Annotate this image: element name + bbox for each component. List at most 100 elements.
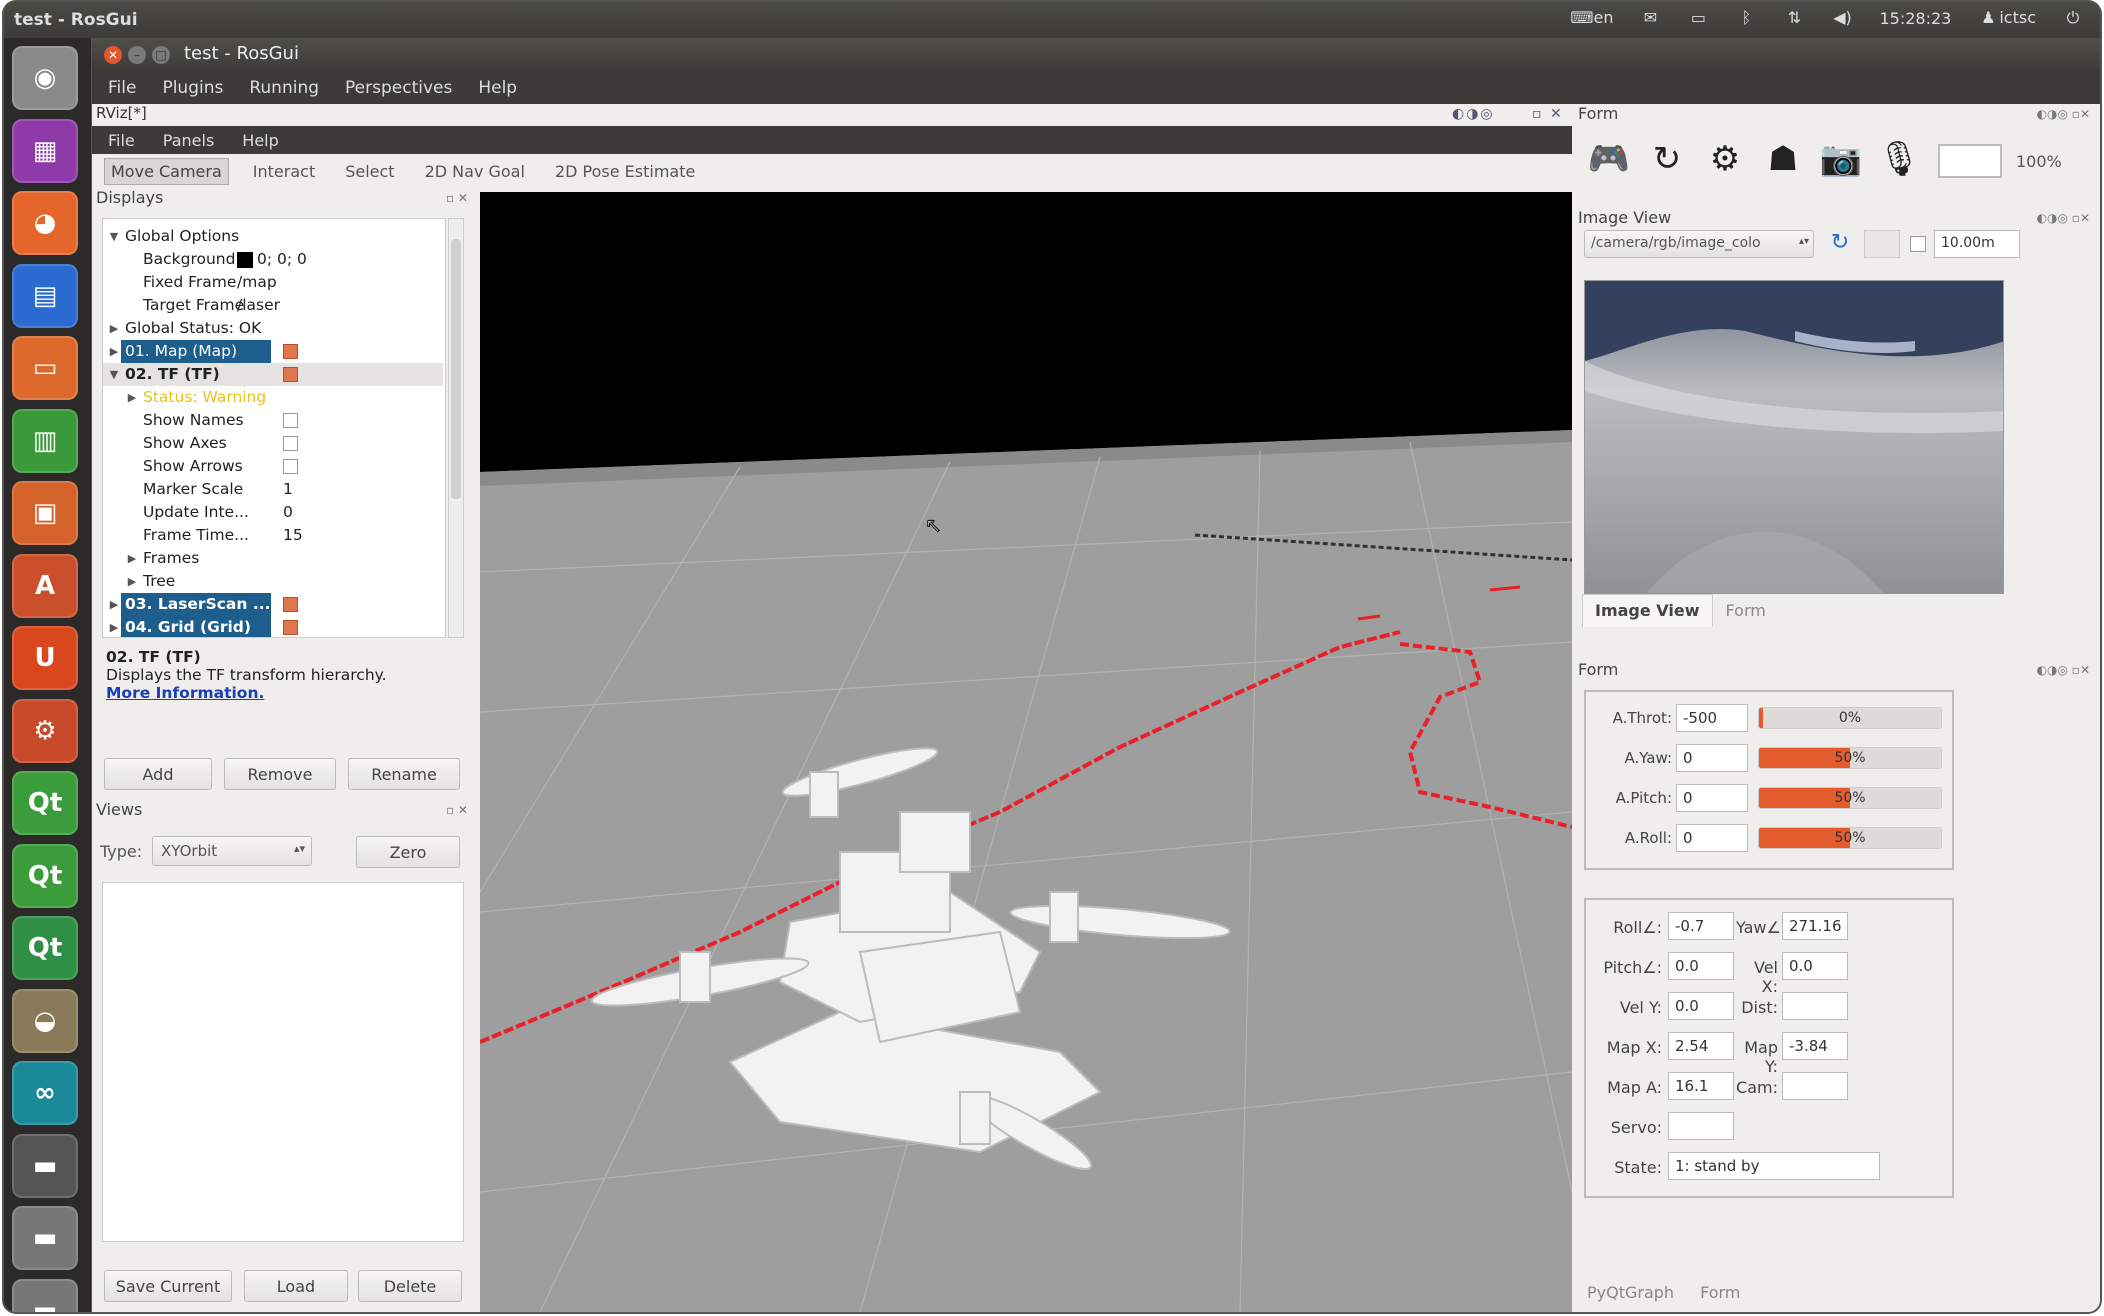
keyboard-layout-indicator[interactable]: ⌨en bbox=[1570, 8, 1613, 28]
refresh-topics-icon[interactable]: ↻ bbox=[1824, 230, 1856, 258]
yaw-angle-field[interactable]: 271.16 bbox=[1782, 912, 1848, 940]
user-menu[interactable]: ♟ ictsc bbox=[1977, 8, 2036, 28]
robot-icon[interactable]: ☗ bbox=[1758, 134, 1808, 184]
dock-help-icon[interactable]: ◐◑◎ bbox=[1452, 106, 1495, 122]
rviz-menu-file[interactable]: File bbox=[108, 131, 135, 150]
gimp-icon[interactable]: ◒ bbox=[12, 988, 78, 1053]
workspace-icon[interactable]: ▦ bbox=[12, 118, 78, 183]
displays-scrollbar[interactable] bbox=[448, 218, 464, 638]
qt-linguist-icon[interactable]: Qt bbox=[12, 916, 78, 980]
dock-close-icon[interactable]: ▫ ✕ bbox=[1532, 106, 1564, 122]
tree-tf-display[interactable]: ▼ 02. TF (TF) bbox=[103, 363, 443, 386]
tree-global-status[interactable]: ▶ Global Status: OK bbox=[103, 317, 443, 340]
tree-marker-scale[interactable]: Marker Scale 1 bbox=[103, 478, 443, 501]
cam-field[interactable] bbox=[1782, 1072, 1848, 1100]
terminal-icon[interactable]: ▬ bbox=[12, 1133, 78, 1198]
tree-grid-display[interactable]: ▶ 04. Grid (Grid) bbox=[103, 616, 443, 637]
rviz-menu-help[interactable]: Help bbox=[242, 131, 278, 150]
tab-form[interactable]: Form bbox=[1713, 594, 1779, 627]
tree-fixed-frame[interactable]: Fixed Frame/map bbox=[103, 271, 443, 294]
menu-running[interactable]: Running bbox=[249, 78, 319, 98]
throttle-input[interactable]: -500 bbox=[1676, 704, 1748, 732]
remove-display-button[interactable]: Remove bbox=[224, 758, 336, 790]
tool-2d-nav-goal[interactable]: 2D Nav Goal bbox=[419, 159, 531, 184]
files-icon[interactable]: ▭ bbox=[12, 336, 78, 400]
panel-dock-icon[interactable]: ▫ ✕ bbox=[446, 803, 468, 817]
dist-field[interactable] bbox=[1782, 992, 1848, 1020]
settings-icon[interactable]: ⚙ bbox=[12, 698, 78, 763]
firefox-icon[interactable]: ◕ bbox=[12, 191, 78, 255]
map-x-field[interactable]: 2.54 bbox=[1668, 1032, 1734, 1060]
menu-perspectives[interactable]: Perspectives bbox=[345, 78, 452, 98]
collapse-arrow-icon[interactable]: ▼ bbox=[107, 225, 121, 248]
tree-target-frame[interactable]: Target Frame/laser bbox=[103, 294, 443, 317]
color-swatch[interactable] bbox=[237, 252, 253, 268]
tree-update-interval[interactable]: Update Inte... 0 bbox=[103, 501, 443, 524]
tab-form-bottom[interactable]: Form bbox=[1687, 1276, 1753, 1309]
map-angle-field[interactable]: 16.1 bbox=[1668, 1072, 1734, 1100]
roll-input[interactable]: 0 bbox=[1676, 824, 1748, 852]
map-enabled-checkbox[interactable] bbox=[283, 344, 298, 359]
dock-controls-icon[interactable]: ◐◑◎ ▫✕ bbox=[2037, 663, 2090, 677]
qt-designer-icon[interactable]: Qt bbox=[12, 843, 78, 908]
grid-enabled-checkbox[interactable] bbox=[283, 620, 298, 635]
bluetooth-icon[interactable]: ᛒ bbox=[1735, 8, 1757, 28]
show-names-checkbox[interactable] bbox=[283, 413, 298, 428]
zero-view-button[interactable]: Zero bbox=[356, 836, 460, 868]
minimize-window-button[interactable]: – bbox=[128, 46, 146, 64]
menu-file[interactable]: File bbox=[108, 78, 136, 98]
ubuntu-one-icon[interactable]: U bbox=[12, 626, 78, 690]
tree-laserscan-display[interactable]: ▶ 03. LaserScan ... bbox=[103, 593, 443, 616]
view-type-select[interactable]: XYOrbit ▴▾ bbox=[152, 836, 312, 866]
software-center-icon[interactable]: A bbox=[12, 553, 78, 618]
save-image-button[interactable] bbox=[1864, 230, 1900, 258]
tree-tree[interactable]: ▶ Tree bbox=[103, 570, 443, 593]
tf-enabled-checkbox[interactable] bbox=[283, 367, 298, 382]
menu-help[interactable]: Help bbox=[478, 78, 517, 98]
rviz-menu-panels[interactable]: Panels bbox=[163, 131, 215, 150]
mail-icon[interactable]: ✉ bbox=[1639, 8, 1661, 28]
yaw-input[interactable]: 0 bbox=[1676, 744, 1748, 772]
map-y-field[interactable]: -3.84 bbox=[1782, 1032, 1848, 1060]
impress-icon[interactable]: ▣ bbox=[12, 481, 78, 545]
panel-dock-icon[interactable]: ▫ ✕ bbox=[446, 191, 468, 205]
state-field[interactable]: 1: stand by bbox=[1668, 1152, 1880, 1180]
image-option-checkbox[interactable] bbox=[1910, 236, 1926, 252]
arduino-icon[interactable]: ∞ bbox=[12, 1061, 78, 1125]
image-topic-select[interactable]: /camera/rgb/image_colo ▴▾ bbox=[1584, 230, 1814, 258]
expand-arrow-icon[interactable]: ▶ bbox=[107, 593, 121, 616]
add-display-button[interactable]: Add bbox=[104, 758, 212, 790]
gamepad-icon[interactable]: 🎮 bbox=[1584, 134, 1634, 184]
microphone-icon[interactable]: 🎙 bbox=[1874, 134, 1924, 184]
tree-global-options[interactable]: ▼ Global Options bbox=[103, 225, 443, 248]
pitch-input[interactable]: 0 bbox=[1676, 784, 1748, 812]
writer-icon[interactable]: ▤ bbox=[12, 263, 78, 328]
more-information-link[interactable]: More Information. bbox=[106, 684, 264, 702]
qt-creator-icon[interactable]: Qt bbox=[12, 771, 78, 835]
vel-x-field[interactable]: 0.0 bbox=[1782, 952, 1848, 980]
load-view-button[interactable]: Load bbox=[244, 1270, 348, 1302]
zoom-input[interactable] bbox=[1938, 144, 2002, 178]
tree-frame-timeout[interactable]: Frame Time... 15 bbox=[103, 524, 443, 547]
collapse-arrow-icon[interactable]: ▼ bbox=[107, 363, 121, 386]
clock[interactable]: 15:28:23 bbox=[1879, 9, 1951, 28]
image-size-spinbox[interactable]: 10.00m bbox=[1934, 230, 2020, 258]
roll-angle-field[interactable]: -0.7 bbox=[1668, 912, 1734, 940]
tree-status-warning[interactable]: ▶ Status: Warning bbox=[103, 386, 443, 409]
menu-plugins[interactable]: Plugins bbox=[162, 78, 223, 98]
delete-view-button[interactable]: Delete bbox=[358, 1270, 462, 1302]
rename-display-button[interactable]: Rename bbox=[348, 758, 460, 790]
dock-controls-icon[interactable]: ◐◑◎ ▫✕ bbox=[2037, 107, 2090, 121]
power-icon[interactable]: ⏻ bbox=[2062, 8, 2084, 28]
gears-icon[interactable]: ⚙ bbox=[1700, 134, 1750, 184]
tree-map-display[interactable]: ▶ 01. Map (Map) bbox=[103, 340, 443, 363]
servo-field[interactable] bbox=[1668, 1112, 1734, 1140]
storage2-icon[interactable]: ▬ bbox=[12, 1278, 78, 1312]
tree-show-axes[interactable]: Show Axes bbox=[103, 432, 443, 455]
refresh-icon[interactable]: ↻ bbox=[1642, 134, 1692, 184]
pitch-angle-field[interactable]: 0.0 bbox=[1668, 952, 1734, 980]
tab-image-view[interactable]: Image View bbox=[1582, 594, 1713, 627]
rviz-3d-view[interactable]: ↖ bbox=[480, 192, 1572, 1312]
save-current-view-button[interactable]: Save Current bbox=[104, 1270, 232, 1302]
tree-background[interactable]: Background... 0; 0; 0 bbox=[103, 248, 443, 271]
